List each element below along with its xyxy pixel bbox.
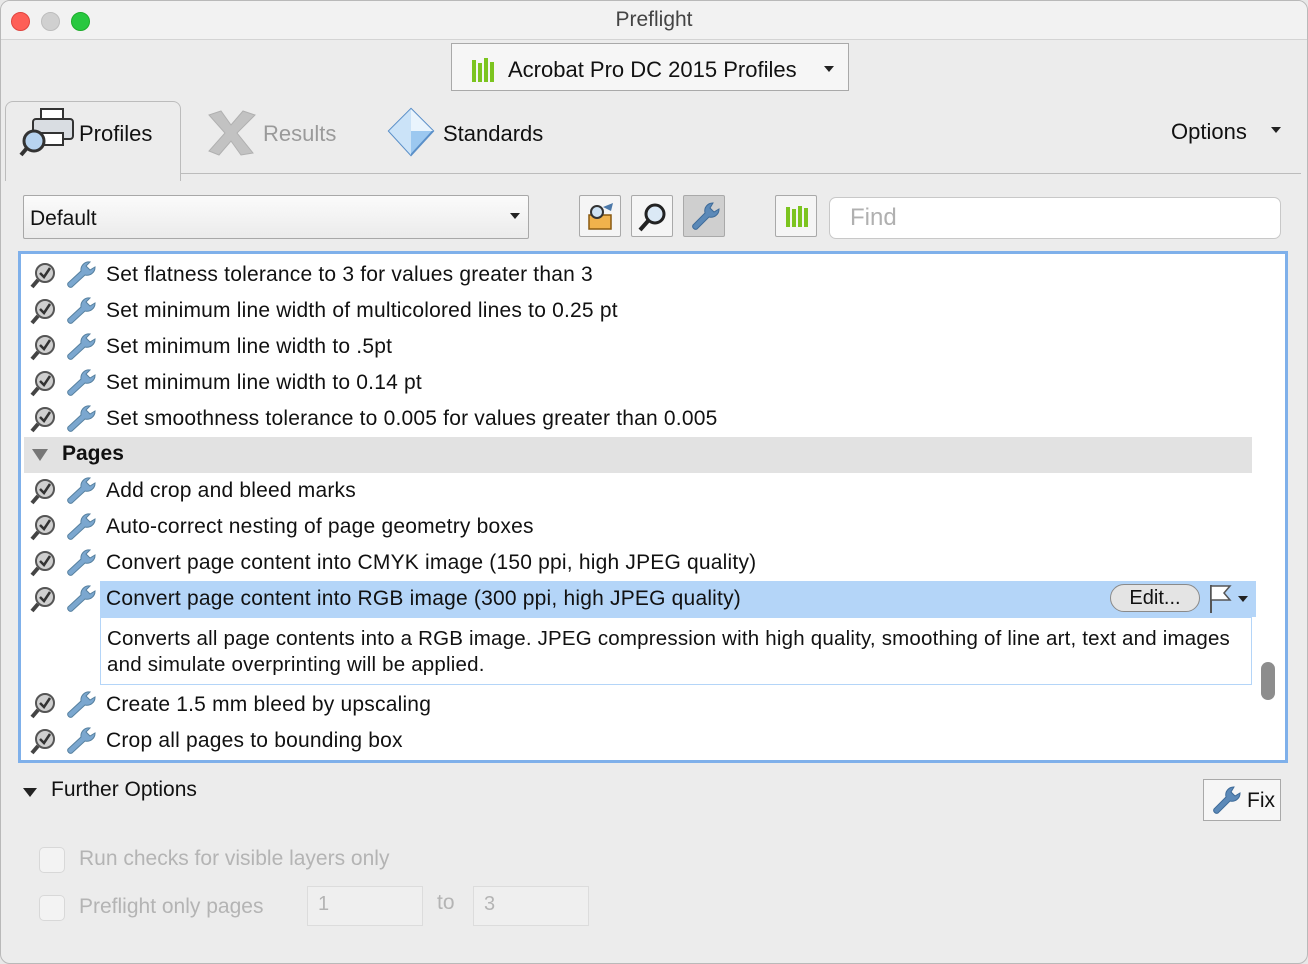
library-bars-icon bbox=[786, 206, 808, 227]
profile-library-label: Acrobat Pro DC 2015 Profiles bbox=[508, 57, 797, 82]
fixup-wrench-icon bbox=[64, 513, 96, 546]
fixup-row[interactable]: Set minimum line width to .5pt bbox=[24, 329, 1252, 365]
options-menu[interactable]: Options bbox=[1171, 119, 1247, 145]
check-magnifier-icon bbox=[30, 477, 58, 510]
check-magnifier-icon bbox=[30, 369, 58, 402]
fixup-row[interactable]: Set smoothness tolerance to 0.005 for va… bbox=[24, 401, 1252, 437]
check-magnifier-icon bbox=[30, 261, 58, 294]
checks-filter-button[interactable] bbox=[631, 195, 673, 237]
fixup-wrench-icon bbox=[64, 691, 96, 724]
fixup-label: Convert page content into RGB image (300… bbox=[106, 587, 741, 610]
fixup-label: Add crop and bleed marks bbox=[106, 479, 356, 502]
fixup-label: Set minimum line width to 0.14 pt bbox=[106, 371, 422, 394]
fixup-label: Crop all pages to bounding box bbox=[106, 729, 403, 752]
fixup-wrench-icon bbox=[64, 549, 96, 582]
fixup-wrench-icon bbox=[64, 333, 96, 366]
tab-profiles-label: Profiles bbox=[79, 121, 153, 146]
fixup-wrench-icon bbox=[64, 369, 96, 402]
fixup-wrench-icon bbox=[64, 261, 96, 294]
printer-magnifier-icon bbox=[19, 108, 74, 157]
visible-layers-label: Run checks for visible layers only bbox=[79, 847, 390, 870]
fixup-label: Convert page content into CMYK image (15… bbox=[106, 551, 757, 574]
fixup-wrench-icon bbox=[64, 405, 96, 438]
fixup-label: Set minimum line width to .5pt bbox=[106, 335, 393, 358]
fixup-row[interactable]: Add crop and bleed marks bbox=[24, 473, 1252, 509]
profile-category-value: Default bbox=[30, 207, 97, 230]
analyze-and-fix-icon bbox=[588, 203, 613, 230]
fixups-list: Set flatness tolerance to 3 for values g… bbox=[18, 251, 1288, 763]
group-pages[interactable]: Pages bbox=[24, 437, 1252, 473]
check-magnifier-icon bbox=[30, 513, 58, 546]
fixup-label: Auto-correct nesting of page geometry bo… bbox=[106, 515, 534, 538]
title-bar: Preflight bbox=[1, 1, 1307, 40]
standards-diamond-icon bbox=[387, 107, 435, 157]
fixup-wrench-icon bbox=[64, 477, 96, 510]
options-chevron-down-icon[interactable] bbox=[1271, 127, 1281, 133]
chevron-down-icon bbox=[824, 66, 834, 72]
fixup-label: Create 1.5 mm bleed by upscaling bbox=[106, 693, 432, 716]
fixup-row[interactable]: Set minimum line width to 0.14 pt bbox=[24, 365, 1252, 401]
check-magnifier-icon bbox=[30, 585, 58, 618]
page-to-field[interactable]: 3 bbox=[473, 886, 589, 926]
visible-layers-checkbox[interactable] bbox=[39, 847, 65, 873]
chevron-down-icon bbox=[510, 213, 520, 219]
library-view-button[interactable] bbox=[775, 195, 817, 237]
fixup-wrench-icon bbox=[64, 297, 96, 330]
profile-library-dropdown[interactable]: Acrobat Pro DC 2015 Profiles bbox=[451, 43, 849, 91]
wrench-icon bbox=[1213, 786, 1241, 814]
scrollbar-thumb[interactable] bbox=[1261, 662, 1275, 700]
flag-chevron-down-icon[interactable] bbox=[1238, 596, 1248, 602]
fixup-row[interactable]: Crop all pages to bounding box bbox=[24, 723, 1252, 759]
find-input[interactable] bbox=[829, 197, 1281, 239]
pages-only-label: Preflight only pages bbox=[79, 895, 264, 918]
further-options-label: Further Options bbox=[51, 778, 197, 801]
disclosure-triangle-icon bbox=[23, 788, 37, 797]
check-magnifier-icon bbox=[30, 691, 58, 724]
library-bars-icon bbox=[472, 58, 494, 82]
fixup-label: Set smoothness tolerance to 0.005 for va… bbox=[106, 407, 718, 430]
fix-button-label: Fix bbox=[1247, 789, 1275, 812]
pages-only-checkbox[interactable] bbox=[39, 895, 65, 921]
check-magnifier-icon bbox=[30, 333, 58, 366]
fixup-label: Set flatness tolerance to 3 for values g… bbox=[106, 263, 593, 286]
fix-button[interactable]: Fix bbox=[1203, 779, 1281, 821]
group-label: Pages bbox=[62, 442, 124, 465]
page-range-to-label: to bbox=[437, 891, 455, 914]
fixup-row[interactable]: Convert page content into RGB image (300… bbox=[24, 581, 1256, 620]
fixup-row[interactable]: Set minimum line width of multicolored l… bbox=[24, 293, 1252, 329]
fixups-filter-button[interactable] bbox=[683, 195, 725, 237]
preflight-window: Preflight Acrobat Pro DC 2015 Profiles P… bbox=[0, 0, 1308, 964]
magnifier-icon bbox=[638, 203, 666, 232]
window-title: Preflight bbox=[615, 8, 693, 31]
check-magnifier-icon bbox=[30, 405, 58, 438]
fixup-description: Converts all page contents into a RGB im… bbox=[24, 617, 1252, 687]
fixup-row[interactable]: Auto-correct nesting of page geometry bo… bbox=[24, 509, 1252, 545]
disclosure-triangle-icon[interactable] bbox=[32, 449, 48, 461]
profile-category-dropdown[interactable]: Default bbox=[23, 195, 529, 239]
fixup-wrench-icon bbox=[64, 727, 96, 760]
results-checkmark-icon bbox=[208, 110, 256, 156]
edit-button[interactable]: Edit... bbox=[1110, 584, 1200, 612]
fixup-row[interactable]: Convert page content into CMYK image (15… bbox=[24, 545, 1252, 581]
fixup-row[interactable]: Create 1.5 mm bleed by upscaling bbox=[24, 687, 1252, 723]
check-magnifier-icon bbox=[30, 727, 58, 760]
tab-results-label: Results bbox=[263, 121, 337, 146]
analyze-and-fix-button[interactable] bbox=[579, 195, 621, 237]
fixup-row[interactable]: Set flatness tolerance to 3 for values g… bbox=[24, 257, 1252, 293]
fixup-wrench-icon bbox=[64, 585, 96, 618]
tab-standards-label: Standards bbox=[443, 121, 544, 146]
check-magnifier-icon bbox=[30, 549, 58, 582]
description-text: Converts all page contents into a RGB im… bbox=[107, 627, 1231, 676]
wrench-icon bbox=[692, 202, 720, 230]
description-box: Converts all page contents into a RGB im… bbox=[100, 617, 1252, 685]
fixups-list-content: Set flatness tolerance to 3 for values g… bbox=[24, 257, 1256, 759]
fixup-label: Set minimum line width of multicolored l… bbox=[106, 299, 618, 322]
flag-icon[interactable] bbox=[1208, 583, 1236, 620]
check-magnifier-icon bbox=[30, 297, 58, 330]
page-from-field[interactable]: 1 bbox=[307, 886, 423, 926]
